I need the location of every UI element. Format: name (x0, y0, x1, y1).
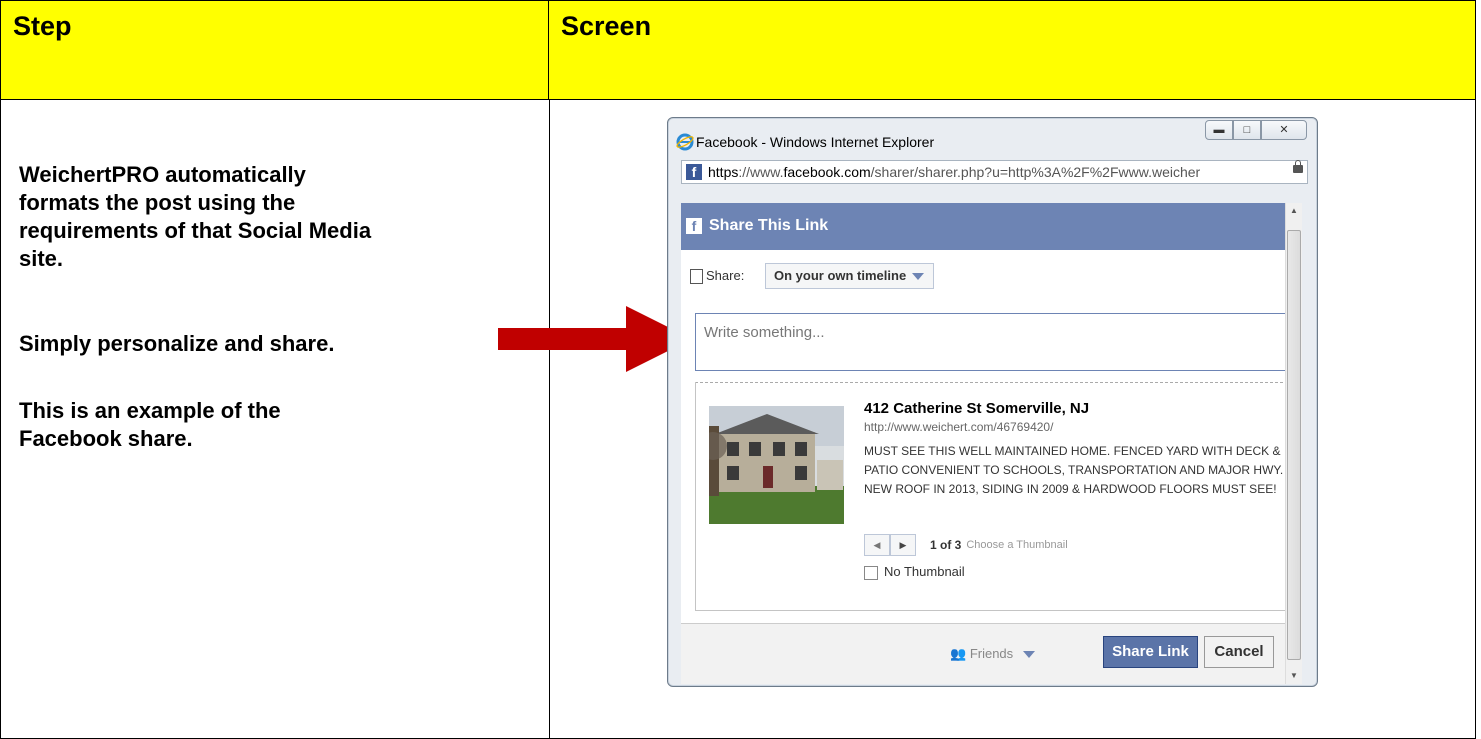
audience-selector[interactable]: 👥 Friends (950, 646, 1035, 662)
no-thumbnail-checkbox[interactable] (864, 565, 878, 580)
lock-icon (1293, 160, 1303, 173)
cancel-button[interactable]: Cancel (1204, 636, 1274, 668)
dialog-header: f Share This Link (681, 203, 1302, 250)
column-divider (549, 99, 550, 738)
vertical-scrollbar[interactable]: ▲ ▼ (1285, 203, 1302, 684)
maximize-button[interactable]: □ (1233, 120, 1261, 140)
step-paragraph-1: WeichertPRO automatically formats the po… (19, 162, 372, 271)
internet-explorer-icon (676, 133, 694, 151)
no-thumbnail-label: No Thumbnail (884, 564, 965, 579)
audience-label: Friends (969, 646, 1014, 661)
facebook-share-dialog: f Share This Link Share: On your own tim… (681, 203, 1302, 684)
audience-dropdown-icon (1022, 651, 1035, 659)
scroll-up-icon[interactable]: ▲ (1286, 203, 1302, 219)
choose-thumbnail-label: Choose a Thumbnail (966, 539, 1068, 551)
next-thumbnail-button[interactable]: ▶ (890, 534, 916, 556)
scroll-thumb[interactable] (1287, 230, 1301, 660)
dropdown-arrow-icon (912, 273, 925, 281)
header-divider (1, 99, 1475, 100)
share-label: Share: (706, 268, 745, 283)
listing-thumbnail-image (709, 406, 844, 524)
link-preview: 412 Catherine St Somerville, NJ http://w… (695, 382, 1298, 611)
share-target-row: Share: (690, 268, 745, 285)
ie-browser-window: Facebook - Windows Internet Explorer ▬ □… (667, 117, 1318, 687)
address-bar[interactable]: f https://www.facebook.com/sharer/sharer… (681, 160, 1308, 184)
previous-thumbnail-button[interactable]: ◀ (864, 534, 890, 556)
red-arrow-icon (498, 306, 692, 372)
share-target-value: On your own timeline (774, 268, 907, 283)
friends-icon: 👥 (950, 646, 967, 661)
listing-description: MUST SEE THIS WELL MAINTAINED HOME. FENC… (864, 444, 1284, 496)
message-placeholder: Write something... (704, 324, 825, 341)
url-path: /sharer/sharer.php?u=http%3A%2F%2Fwww.we… (870, 164, 1201, 180)
facebook-favicon-icon: f (686, 164, 702, 180)
dialog-title: Share This Link (709, 217, 829, 234)
url-host-prefix: ://www. (738, 164, 784, 180)
window-title: Facebook - Windows Internet Explorer (696, 134, 935, 150)
url-scheme: https (708, 164, 739, 180)
url-domain: facebook.com (783, 164, 871, 180)
thumbnail-navigation: ◀ ▶ 1 of 3 Choose a Thumbnail (864, 534, 1068, 556)
header-screen: Screen (561, 11, 652, 41)
close-button[interactable]: ✕ (1261, 120, 1307, 140)
no-thumbnail-option[interactable]: No Thumbnail (864, 564, 965, 580)
address-url: https://www.facebook.com/sharer/sharer.p… (708, 164, 1288, 180)
listing-url: http://www.weichert.com/46769420/ (864, 420, 1054, 434)
listing-title[interactable]: 412 Catherine St Somerville, NJ (864, 400, 1089, 417)
step-paragraph-2: Simply personalize and share. (19, 331, 335, 356)
header-screen-cell: Screen (549, 1, 1475, 99)
minimize-button[interactable]: ▬ (1205, 120, 1233, 140)
step-paragraph-3: This is an example of the Facebook share… (19, 398, 281, 451)
share-link-button[interactable]: Share Link (1103, 636, 1198, 668)
share-target-dropdown[interactable]: On your own timeline (765, 263, 935, 289)
header-step: Step (13, 11, 72, 41)
facebook-logo-icon: f (686, 218, 702, 234)
dialog-footer: 👥 Friends Share Link Cancel (681, 623, 1302, 684)
message-input[interactable]: Write something... (695, 313, 1298, 371)
window-controls: ▬ □ ✕ (1205, 120, 1307, 140)
scroll-down-icon[interactable]: ▼ (1286, 668, 1302, 684)
header-step-cell: Step (1, 1, 549, 99)
thumbnail-count: 1 of 3 (930, 538, 962, 552)
share-icon (690, 269, 703, 285)
